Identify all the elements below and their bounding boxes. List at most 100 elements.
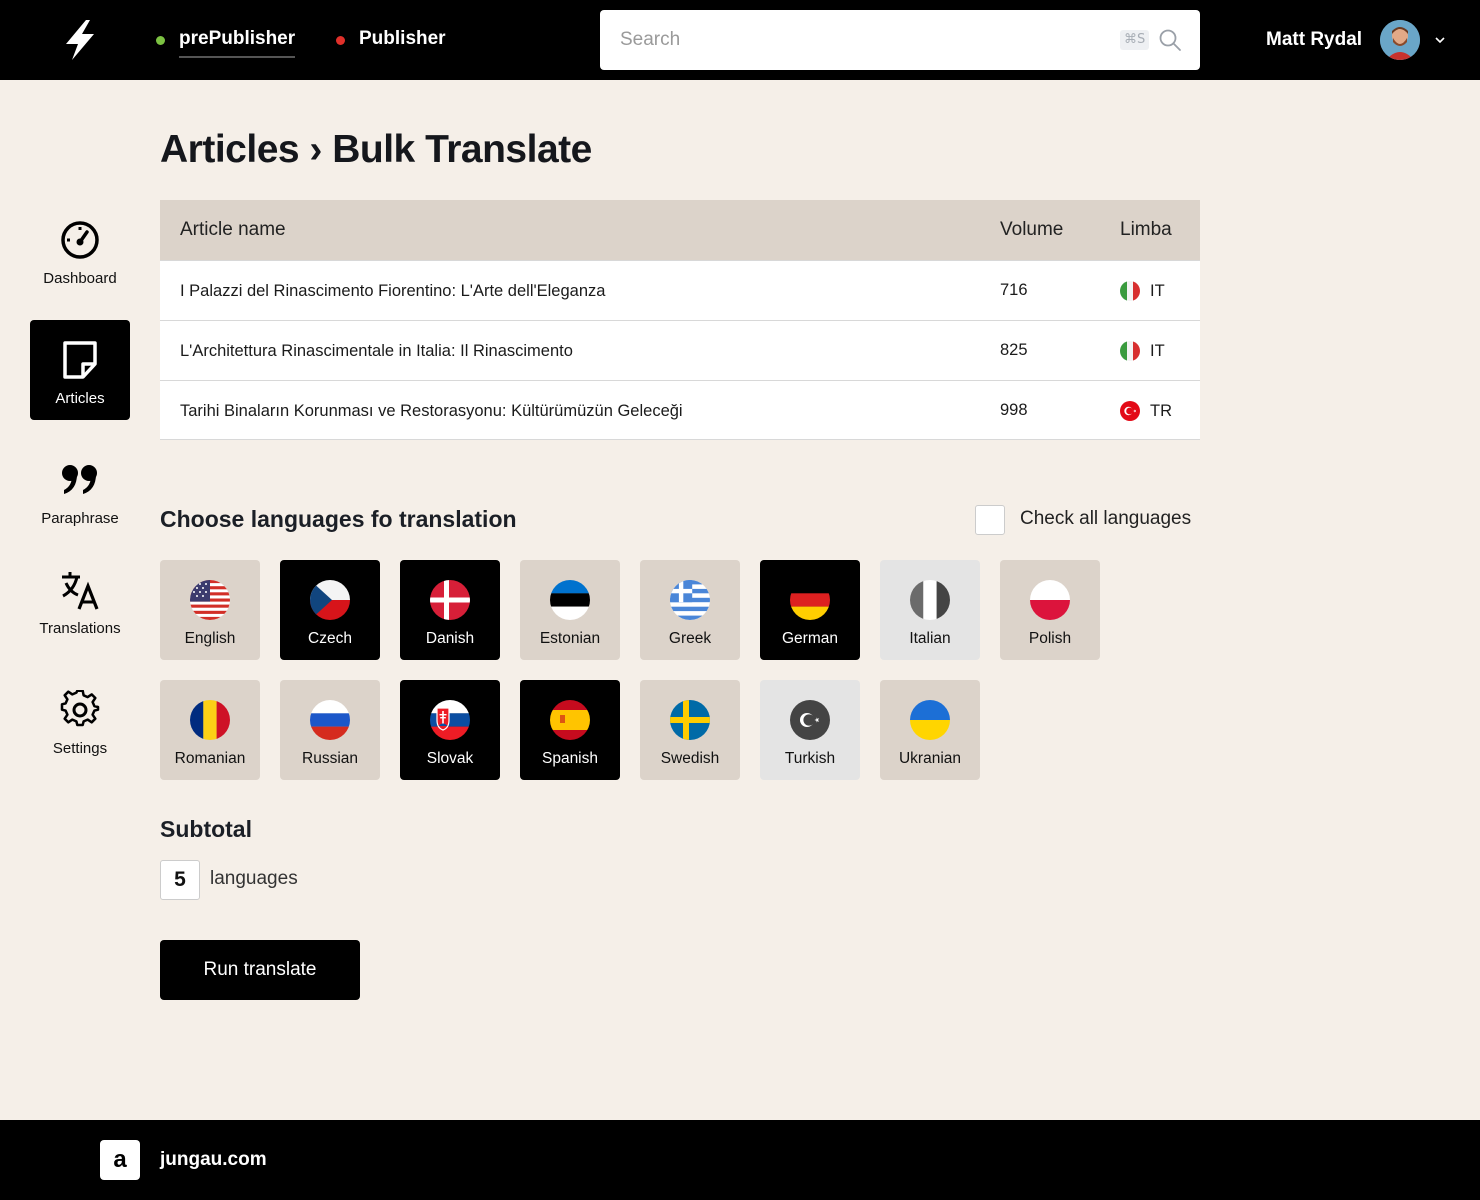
lightning-logo-icon[interactable]	[60, 18, 100, 62]
language-option-swedish[interactable]: Swedish	[640, 680, 740, 780]
language-label: English	[184, 630, 236, 647]
article-volume: 716	[1000, 281, 1028, 299]
run-translate-button[interactable]: Run translate	[160, 940, 360, 1000]
language-label: Turkish	[784, 750, 836, 767]
sidebar-item-label: Translations	[39, 620, 121, 637]
italy-flag-icon	[910, 580, 950, 620]
italy-flag-icon	[1120, 341, 1140, 361]
sidebar-item-label: Articles	[55, 390, 105, 407]
language-label: Russian	[302, 750, 358, 767]
language-option-greek[interactable]: Greek	[640, 560, 740, 660]
column-header-volume[interactable]: Volume	[1000, 200, 1063, 260]
italy-flag-icon	[1120, 281, 1140, 301]
tab-label: Publisher	[359, 28, 446, 49]
gauge-icon	[61, 221, 99, 259]
article-name: I Palazzi del Rinascimento Fiorentino: L…	[180, 282, 606, 300]
table-row[interactable]: Tarihi Binaların Korunması ve Restorasyo…	[160, 380, 1200, 440]
search-bar: ⌘S	[600, 10, 1200, 70]
language-code: TR	[1150, 402, 1172, 420]
language-option-estonian[interactable]: Estonian	[520, 560, 620, 660]
language-option-italian[interactable]: Italian	[880, 560, 980, 660]
column-header-language[interactable]: Limba	[1120, 200, 1172, 260]
language-option-ukranian[interactable]: Ukranian	[880, 680, 980, 780]
us-flag-icon	[190, 580, 230, 620]
article-name: Tarihi Binaların Korunması ve Restorasyo…	[180, 402, 683, 420]
language-code: IT	[1150, 342, 1165, 360]
turkey-flag-icon	[790, 700, 830, 740]
search-shortcut: ⌘S	[1120, 30, 1150, 50]
estonia-flag-icon	[550, 580, 590, 620]
language-label: Estonian	[539, 630, 601, 647]
germany-flag-icon	[790, 580, 830, 620]
articles-table: Article name Volume Limba I Palazzi del …	[160, 200, 1200, 440]
search-icon[interactable]	[1158, 28, 1182, 52]
sweden-flag-icon	[670, 700, 710, 740]
language-option-spanish[interactable]: Spanish	[520, 680, 620, 780]
document-icon	[63, 341, 97, 379]
column-header-name[interactable]: Article name	[180, 200, 286, 260]
sidebar-item-label: Dashboard	[43, 270, 117, 287]
denmark-flag-icon	[430, 580, 470, 620]
language-option-russian[interactable]: Russian	[280, 680, 380, 780]
footer: a jungau.com	[0, 1120, 1480, 1200]
spain-flag-icon	[550, 700, 590, 740]
user-name[interactable]: Matt Rydal	[1266, 29, 1362, 51]
check-all-label[interactable]: Check all languages	[1020, 508, 1191, 530]
language-label: German	[782, 630, 838, 647]
language-option-english[interactable]: English	[160, 560, 260, 660]
ukraine-flag-icon	[910, 700, 950, 740]
search-input[interactable]	[600, 10, 1100, 70]
status-dot	[336, 36, 345, 45]
article-volume: 825	[1000, 341, 1028, 359]
footer-site-link[interactable]: jungau.com	[160, 1149, 267, 1171]
language-label: Ukranian	[898, 750, 962, 767]
footer-logo[interactable]: a	[100, 1140, 140, 1180]
page-title: Articles › Bulk Translate	[160, 128, 592, 171]
count-unit-label: languages	[210, 868, 298, 889]
slovakia-flag-icon	[430, 700, 470, 740]
avatar-image	[1380, 20, 1420, 60]
top-bar: prePublisher Publisher ⌘S Matt Rydal	[0, 0, 1480, 80]
article-volume: 998	[1000, 401, 1028, 419]
language-option-german[interactable]: German	[760, 560, 860, 660]
poland-flag-icon	[1030, 580, 1070, 620]
russia-flag-icon	[310, 700, 350, 740]
selected-language-count: 5	[160, 860, 200, 900]
language-label: Greek	[668, 630, 712, 647]
language-label: Italian	[909, 630, 951, 647]
check-all-checkbox[interactable]	[975, 505, 1005, 535]
language-option-czech[interactable]: Czech	[280, 560, 380, 660]
article-language: IT	[1120, 321, 1165, 381]
tab-prepublisher[interactable]: prePublisher	[156, 28, 296, 62]
language-label: Danish	[425, 630, 475, 647]
quote-icon	[62, 465, 97, 494]
chevron-down-icon[interactable]	[1432, 32, 1448, 48]
language-option-turkish[interactable]: Turkish	[760, 680, 860, 780]
language-option-polish[interactable]: Polish	[1000, 560, 1100, 660]
table-header: Article name Volume Limba	[160, 200, 1200, 260]
turkey-flag-icon	[1120, 401, 1140, 421]
language-label: Czech	[308, 630, 352, 647]
language-label: Polish	[1028, 630, 1072, 647]
subtotal-title: Subtotal	[160, 816, 252, 842]
gear-icon	[60, 690, 100, 727]
language-option-romanian[interactable]: Romanian	[160, 680, 260, 780]
sidebar-item-articles[interactable]: Articles	[30, 320, 130, 420]
avatar[interactable]	[1380, 20, 1420, 60]
language-code: IT	[1150, 282, 1165, 300]
tab-publisher[interactable]: Publisher	[336, 28, 446, 62]
language-label: Romanian	[174, 750, 246, 767]
sidebar-item-settings[interactable]: Settings	[30, 670, 130, 770]
romania-flag-icon	[190, 700, 230, 740]
sidebar-item-paraphrase[interactable]: Paraphrase	[30, 440, 130, 540]
sidebar-item-dashboard[interactable]: Dashboard	[30, 200, 130, 300]
tab-label: prePublisher	[179, 28, 296, 58]
language-option-slovak[interactable]: Slovak	[400, 680, 500, 780]
sidebar-item-label: Paraphrase	[41, 510, 119, 527]
sidebar-item-translations[interactable]: Translations	[30, 550, 130, 650]
choose-languages-title: Choose languages fo translation	[160, 506, 517, 532]
greece-flag-icon	[670, 580, 710, 620]
language-option-danish[interactable]: Danish	[400, 560, 500, 660]
table-row[interactable]: I Palazzi del Rinascimento Fiorentino: L…	[160, 260, 1200, 320]
table-row[interactable]: L'Architettura Rinascimentale in Italia:…	[160, 320, 1200, 380]
